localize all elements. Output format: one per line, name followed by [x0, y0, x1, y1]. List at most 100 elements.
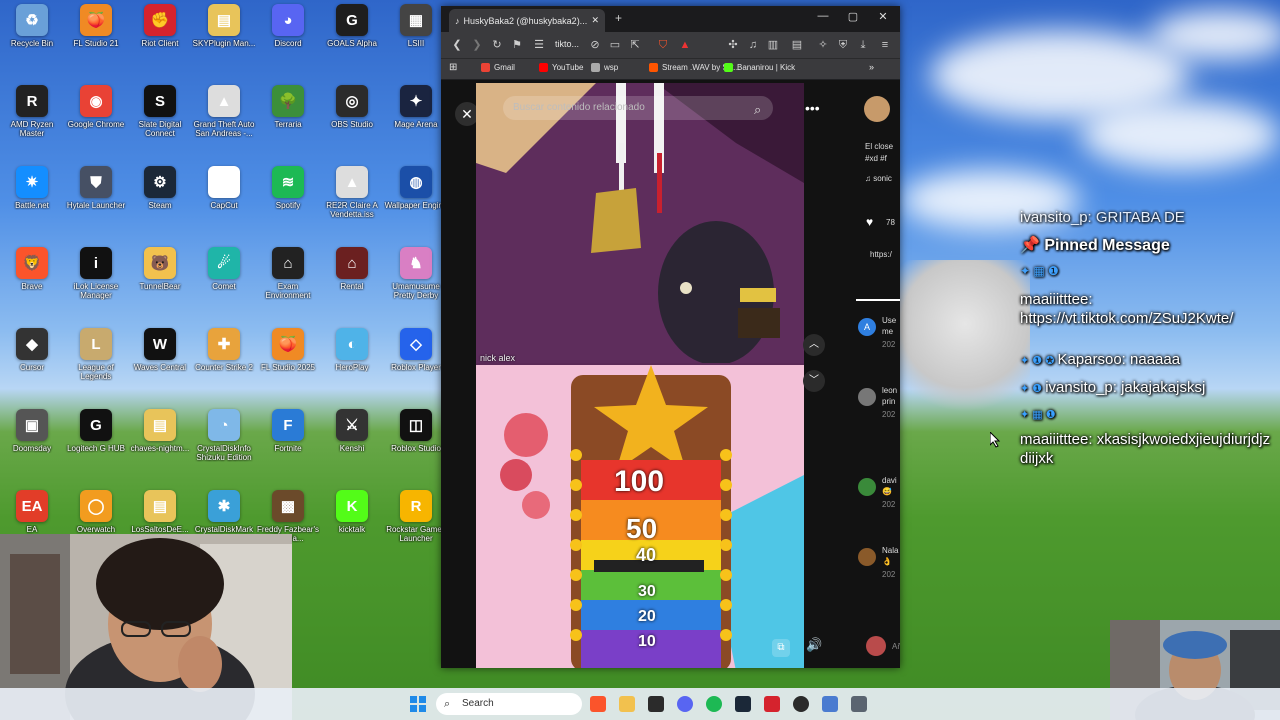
site-settings-icon[interactable]: ☰: [531, 37, 547, 53]
desktop-icon[interactable]: ⚙ Steam: [128, 166, 192, 242]
desktop-icon[interactable]: ◔ CrystalDiskInfo Shizuku Edition: [192, 409, 256, 485]
brave-taskbar-icon[interactable]: [590, 696, 606, 712]
taskbar-search[interactable]: ⌕ Search: [436, 693, 582, 715]
creator-avatar[interactable]: [864, 96, 890, 122]
reload-icon[interactable]: ↻: [489, 37, 505, 53]
desktop-icon[interactable]: ✕ CapCut: [192, 166, 256, 242]
more-bookmarks-icon[interactable]: »: [869, 62, 874, 72]
close-tab-icon[interactable]: ✕: [591, 15, 599, 26]
desktop-icon[interactable]: 🌳 Terraria: [256, 85, 320, 161]
discord-taskbar-icon[interactable]: [677, 696, 693, 712]
bookmark-item[interactable]: YouTube: [539, 63, 583, 72]
bookmark-item[interactable]: Bananirou | Kick: [724, 63, 795, 72]
cast-icon[interactable]: ▭: [607, 37, 623, 53]
start-button[interactable]: [410, 696, 426, 712]
desktop-icon[interactable]: ♻ Recycle Bin: [0, 4, 64, 80]
forward-icon[interactable]: ❯: [469, 37, 485, 53]
extensions-icon[interactable]: ✣: [725, 37, 741, 53]
desktop-icon[interactable]: ▲ Grand Theft Auto San Andreas -...: [192, 85, 256, 161]
desktop-icon[interactable]: ⛊ Hytale Launcher: [64, 166, 128, 242]
new-tab-button[interactable]: +: [615, 11, 622, 25]
desktop-icon[interactable]: G Logitech G HUB: [64, 409, 128, 485]
close-window-icon[interactable]: ✕: [873, 10, 893, 23]
obs-taskbar-icon[interactable]: [793, 696, 809, 712]
bookmark-icon[interactable]: ⚑: [509, 37, 525, 53]
desktop-icon[interactable]: ⌂ Exam Environment: [256, 247, 320, 323]
previous-video-button[interactable]: ︿: [803, 334, 825, 356]
desktop-icon[interactable]: ▤ chaves-nightm...: [128, 409, 192, 485]
next-video-button[interactable]: ﹀: [803, 370, 825, 392]
desktop-icon[interactable]: ◕ Discord: [256, 4, 320, 80]
desktop-icon[interactable]: ▤ SKYPlugin Man...: [192, 4, 256, 80]
desktop-icon[interactable]: 🐻 TunnelBear: [128, 247, 192, 323]
desktop-icon[interactable]: ◇ Roblox Player: [384, 328, 448, 404]
desktop-icon[interactable]: ◍ Wallpaper Engine: [384, 166, 448, 242]
commenter-avatar[interactable]: [858, 478, 876, 496]
no-camera-icon[interactable]: ⊘: [587, 37, 603, 53]
desktop-icon[interactable]: ◉ Google Chrome: [64, 85, 128, 161]
desktop-icon[interactable]: ✊ Riot Client: [128, 4, 192, 80]
desktop-icon[interactable]: L League of Legends: [64, 328, 128, 404]
desktop-icon[interactable]: G GOALS Alpha: [320, 4, 384, 80]
url-text[interactable]: tikto...: [555, 39, 579, 49]
desktop-icon[interactable]: ☄ Comet: [192, 247, 256, 323]
heart-icon[interactable]: ♥: [866, 215, 873, 229]
maximize-icon[interactable]: ▢: [843, 10, 863, 23]
sidebar-icon[interactable]: ▥: [765, 37, 781, 53]
desktop-icon[interactable]: Kkicktalk: [320, 490, 384, 566]
desktop-icon[interactable]: F Fortnite: [256, 409, 320, 485]
pip-icon[interactable]: ⧉: [772, 639, 790, 657]
minimize-icon[interactable]: —: [813, 10, 833, 22]
desktop-icon[interactable]: i iLok License Manager: [64, 247, 128, 323]
copy-link-text[interactable]: https:/: [870, 250, 892, 259]
desktop-icon[interactable]: ✷ Battle.net: [0, 166, 64, 242]
desktop-icon[interactable]: ◐ HeroPlay: [320, 328, 384, 404]
download-icon[interactable]: ⤓: [855, 37, 871, 53]
menu-icon[interactable]: ≡: [877, 37, 893, 53]
vpn-icon[interactable]: ⛨: [835, 37, 851, 53]
more-options-icon[interactable]: •••: [805, 100, 820, 116]
app-taskbar-icon[interactable]: [648, 696, 664, 712]
desktop-icon[interactable]: S Slate Digital Connect: [128, 85, 192, 161]
desktop-icon[interactable]: ⚔ Kenshi: [320, 409, 384, 485]
wallet-icon[interactable]: ▤: [789, 37, 805, 53]
desktop-icon[interactable]: 🍑 FL Studio 21: [64, 4, 128, 80]
desktop-icon[interactable]: ◎ OBS Studio: [320, 85, 384, 161]
add-comment-input[interactable]: Añ: [892, 642, 900, 651]
app-taskbar-icon[interactable]: [851, 696, 867, 712]
desktop-icon[interactable]: ≋ Spotify: [256, 166, 320, 242]
music-label[interactable]: ♫ sonic: [865, 174, 892, 183]
desktop-icon[interactable]: W Waves Central: [128, 328, 192, 404]
commenter-avatar[interactable]: A: [858, 318, 876, 336]
recorder-taskbar-icon[interactable]: [764, 696, 780, 712]
music-icon[interactable]: ♫: [745, 37, 761, 53]
desktop-icon[interactable]: ◫ Roblox Studio: [384, 409, 448, 485]
brave-rewards-icon[interactable]: ▲: [677, 37, 693, 53]
settings-taskbar-icon[interactable]: [822, 696, 838, 712]
desktop-icon[interactable]: ▦ LSIII: [384, 4, 448, 80]
apps-icon[interactable]: ⊞: [449, 62, 457, 73]
desktop-icon[interactable]: ▲ RE2R Claire A Vendetta.iss: [320, 166, 384, 242]
desktop-icon[interactable]: ◆ Cursor: [0, 328, 64, 404]
pinned-link[interactable]: https://vt.tiktok.com/ZSuJ2Kwte/: [1020, 310, 1233, 327]
commenter-avatar[interactable]: [858, 548, 876, 566]
related-search-input[interactable]: Buscar contenido relacionado: [503, 96, 773, 120]
video-player[interactable]: nick alex 100 50 40 30 20 10 ⧉: [476, 83, 804, 668]
desktop-icon[interactable]: ▣ Doomsday: [0, 409, 64, 485]
bookmark-item[interactable]: wsp: [591, 63, 618, 72]
spotify-taskbar-icon[interactable]: [706, 696, 722, 712]
desktop-icon[interactable]: R AMD Ryzen Master: [0, 85, 64, 161]
share-icon[interactable]: ⇱: [627, 37, 643, 53]
file-explorer-icon[interactable]: [619, 696, 635, 712]
desktop-icon[interactable]: ♞ Umamusume Pretty Derby: [384, 247, 448, 323]
desktop-icon[interactable]: ✚ Counter Strike 2: [192, 328, 256, 404]
desktop-icon[interactable]: 🍑 FL Studio 2025: [256, 328, 320, 404]
bookmark-item[interactable]: Gmail: [481, 63, 515, 72]
volume-icon[interactable]: 🔊: [806, 637, 822, 653]
commenter-avatar[interactable]: [858, 388, 876, 406]
brave-shield-icon[interactable]: ⛉: [655, 37, 671, 53]
desktop-icon[interactable]: R Rockstar Games Launcher: [384, 490, 448, 566]
desktop-icon[interactable]: 🦁 Brave: [0, 247, 64, 323]
desktop-icon[interactable]: ✦ Mage Arena: [384, 85, 448, 161]
search-icon[interactable]: ⌕: [754, 102, 761, 118]
